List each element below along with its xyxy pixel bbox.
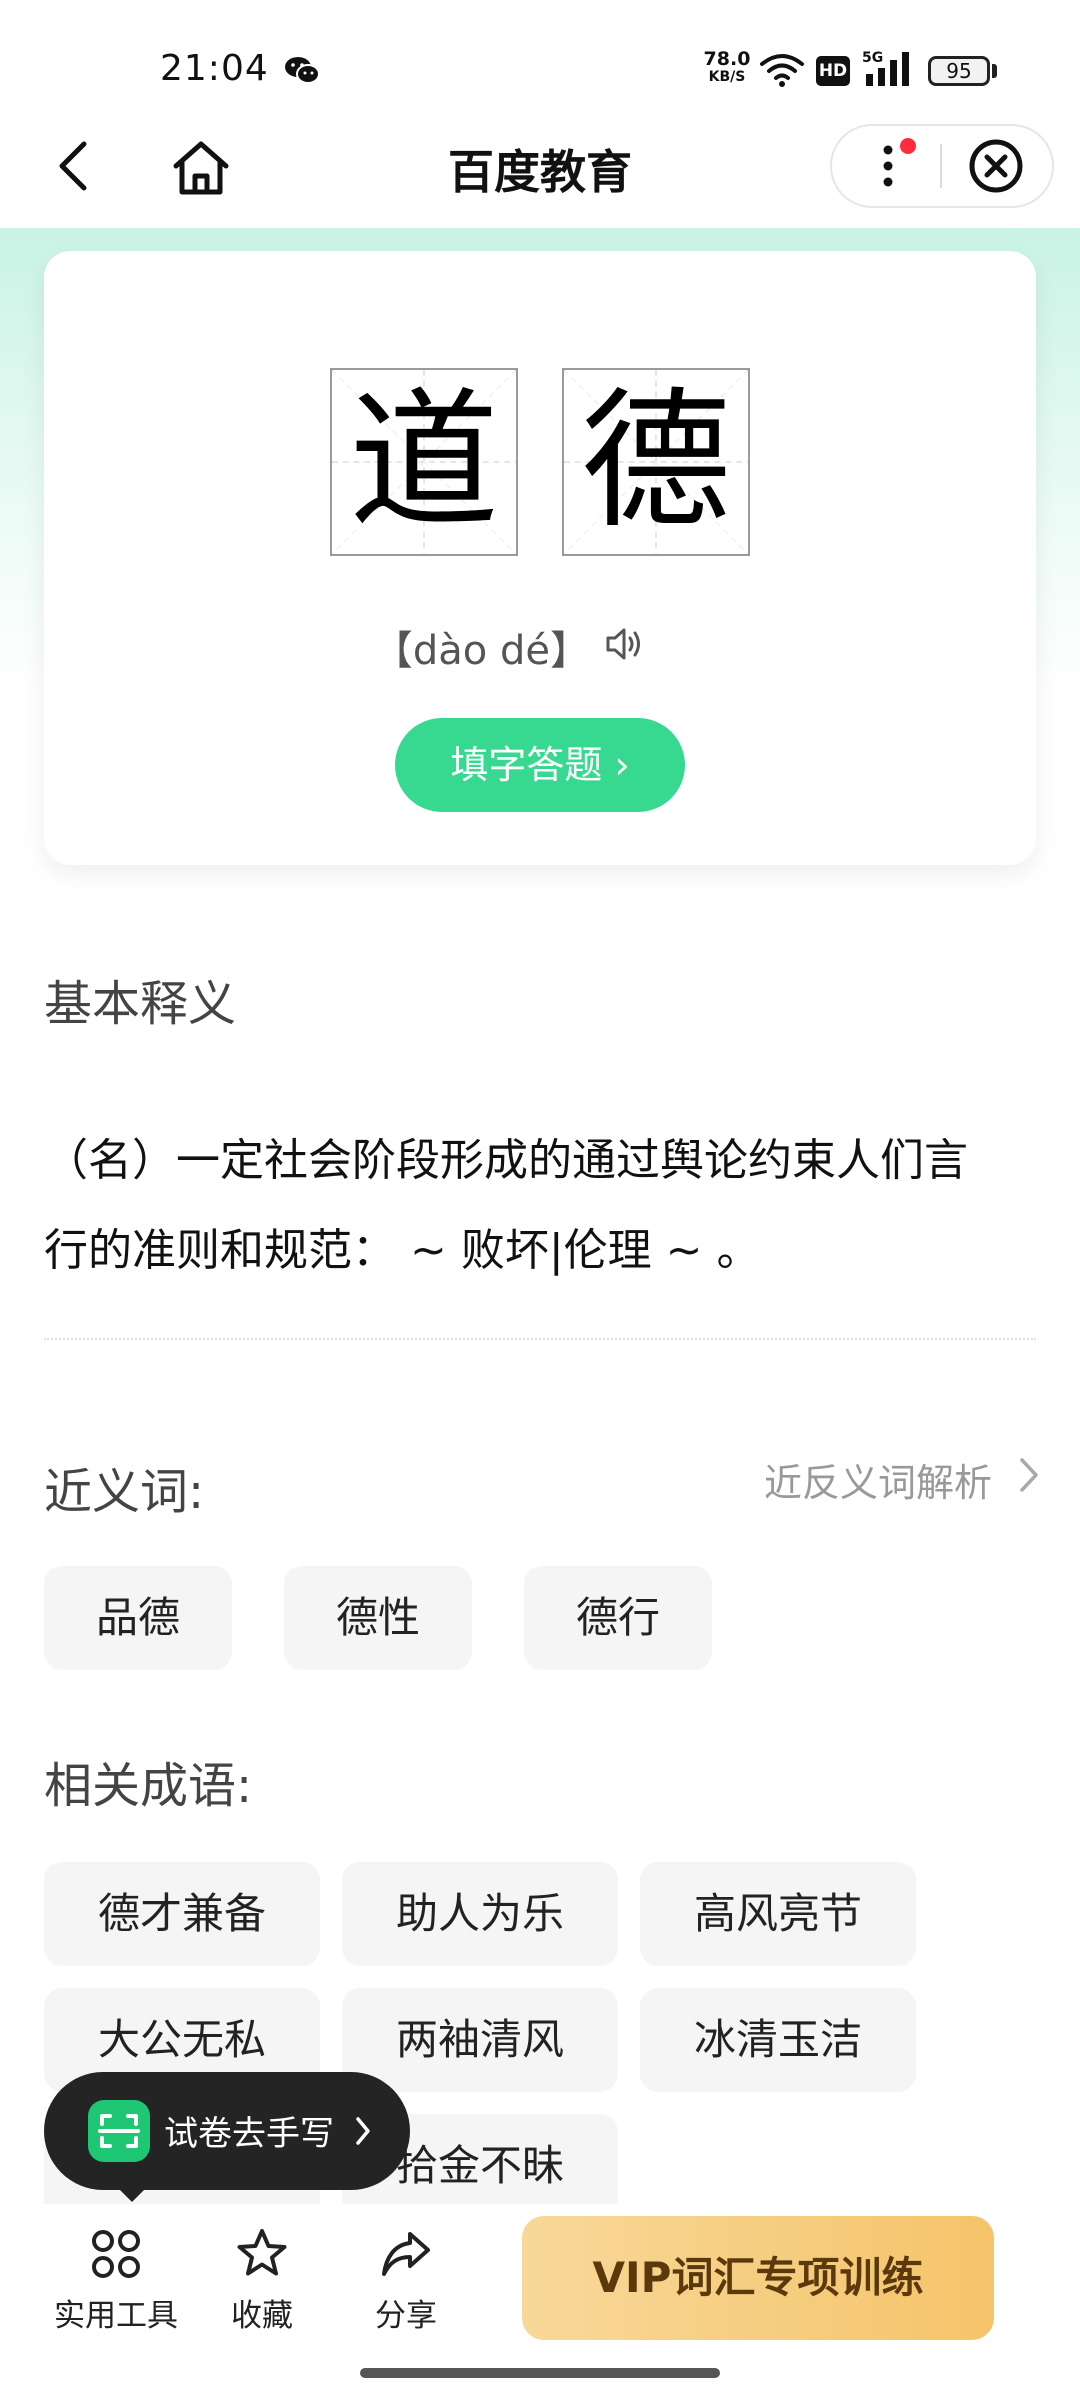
wifi-icon xyxy=(760,54,804,87)
pinyin: 【dào dé】 xyxy=(372,628,590,674)
synonym-chip[interactable]: 品德 xyxy=(44,1566,232,1670)
idiom-chip[interactable]: 助人为乐 xyxy=(342,1862,618,1966)
star-icon[interactable] xyxy=(234,2226,290,2282)
back-icon[interactable] xyxy=(52,136,96,196)
vip-training-button[interactable]: VIP词汇专项训练 xyxy=(522,2216,994,2340)
character-glyph: 道 xyxy=(348,375,499,549)
battery-indicator: 95 xyxy=(928,56,990,86)
synonym-chip[interactable]: 德性 xyxy=(284,1566,472,1670)
notification-dot xyxy=(900,138,916,154)
favorite-tab-label[interactable]: 收藏 xyxy=(202,2290,322,2335)
idiom-chip[interactable]: 两袖清风 xyxy=(342,1988,618,2092)
tools-tab-label[interactable]: 实用工具 xyxy=(46,2290,186,2335)
share-icon[interactable] xyxy=(378,2226,434,2282)
synonyms-title: 近义词: xyxy=(44,1464,205,1520)
definition-text: （名）一定社会阶段形成的通过舆论约束人们言 行的准则和规范： ~ 败坏|伦理 ~… xyxy=(44,1116,1040,1296)
fill-word-quiz-button[interactable]: 填字答题 › xyxy=(395,718,685,812)
share-tab-label[interactable]: 分享 xyxy=(346,2290,466,2335)
speaker-icon[interactable] xyxy=(604,624,644,664)
idiom-chip[interactable]: 冰清玉洁 xyxy=(640,1988,916,2092)
idiom-chip[interactable]: 高风亮节 xyxy=(640,1862,916,1966)
idiom-chip[interactable]: 德才兼备 xyxy=(44,1862,320,1966)
definition-line: 行的准则和规范： ~ 败坏|伦理 ~ 。 xyxy=(44,1225,761,1276)
tooltip-arrow xyxy=(116,2186,148,2202)
network-speed-unit: KB/S xyxy=(708,69,746,85)
battery-tip xyxy=(992,64,997,78)
scan-icon xyxy=(88,2100,150,2162)
capsule-divider xyxy=(940,144,942,188)
synonym-chip[interactable]: 德行 xyxy=(524,1566,712,1670)
grid-icon[interactable] xyxy=(88,2226,144,2282)
signal-icon: 5G xyxy=(862,50,909,86)
status-time: 21:04 xyxy=(160,48,269,89)
handwriting-tip-label: 试卷去手写 xyxy=(164,2114,334,2154)
network-speed-value: 78.0 xyxy=(703,48,751,70)
wechat-icon xyxy=(285,57,320,84)
network-speed: 78.0 KB/S xyxy=(700,48,754,86)
character-box: 德 xyxy=(562,368,750,556)
chevron-right-icon xyxy=(356,2117,370,2145)
page-title: 百度教育 xyxy=(448,145,632,199)
divider xyxy=(44,1338,1036,1340)
home-indicator[interactable] xyxy=(360,2368,720,2378)
chevron-right-icon[interactable] xyxy=(1016,1454,1042,1496)
definition-line: （名）一定社会阶段形成的通过舆论约束人们言 xyxy=(44,1135,968,1186)
close-icon[interactable] xyxy=(968,138,1024,194)
hd-badge: HD xyxy=(816,56,850,86)
signal-label: 5G xyxy=(862,50,883,66)
idioms-title: 相关成语: xyxy=(44,1758,253,1814)
synonym-analysis-link[interactable]: 近反义词解析 xyxy=(764,1452,992,1507)
home-icon[interactable] xyxy=(168,138,234,198)
character-glyph: 德 xyxy=(580,375,731,549)
character-box: 道 xyxy=(330,368,518,556)
definition-section-title: 基本释义 xyxy=(44,976,237,1032)
